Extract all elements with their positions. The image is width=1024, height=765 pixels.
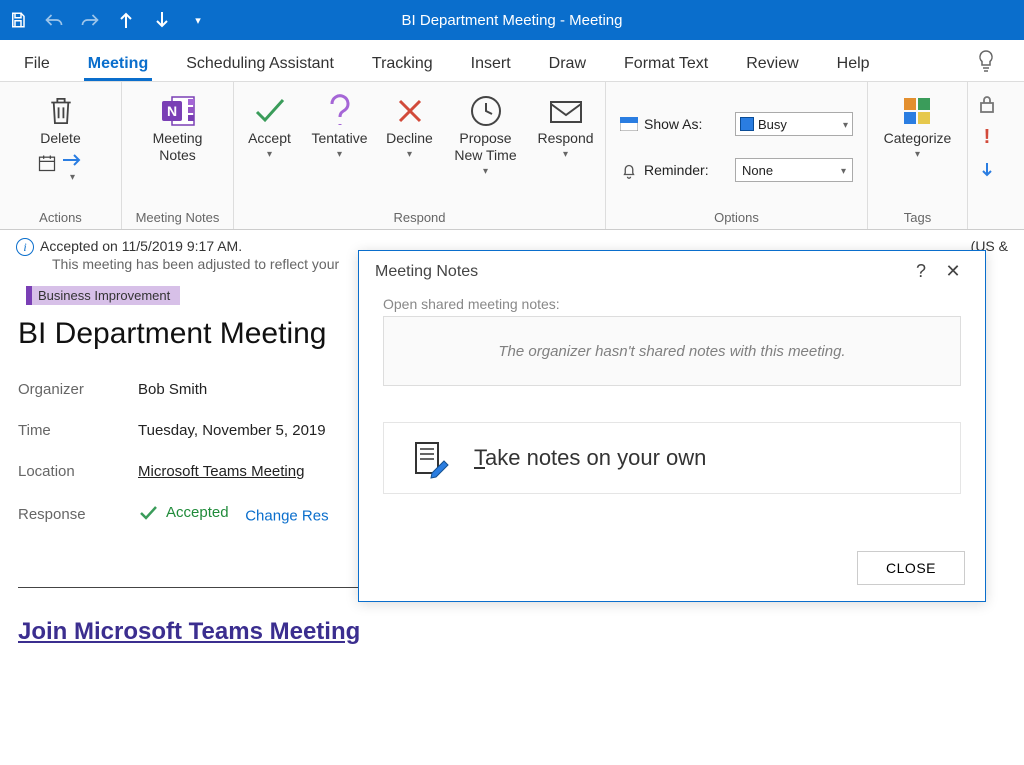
forward-arrow-icon[interactable]: ▾ (61, 153, 85, 184)
save-icon[interactable] (8, 10, 28, 30)
title-bar: ▾ BI Department Meeting - Meeting (0, 0, 1024, 40)
tab-review[interactable]: Review (742, 45, 802, 81)
high-importance-icon[interactable]: ! (984, 126, 991, 149)
dialog-close-icon[interactable]: ✕ (937, 261, 969, 282)
check-icon (138, 505, 158, 521)
decline-button[interactable]: Decline▾ (382, 88, 438, 161)
calendar-icon[interactable] (37, 153, 57, 184)
group-label-meeting-notes: Meeting Notes (136, 206, 220, 227)
x-icon (395, 92, 425, 130)
shared-notes-box: The organizer hasn't shared notes with t… (383, 316, 961, 386)
trash-icon (46, 92, 76, 130)
group-label-options: Options (714, 206, 759, 227)
reminder-label: Reminder: (644, 162, 709, 178)
info-icon: i (16, 238, 34, 256)
tab-file[interactable]: File (20, 45, 54, 81)
group-label-respond: Respond (393, 206, 445, 227)
qat-customize-icon[interactable]: ▾ (188, 10, 208, 30)
take-own-notes-button[interactable]: Take notes on your own (383, 422, 961, 494)
tell-me-icon[interactable] (968, 41, 1004, 81)
tab-format-text[interactable]: Format Text (620, 45, 712, 81)
time-value: Tuesday, November 5, 2019 (138, 422, 326, 439)
redo-icon[interactable] (80, 10, 100, 30)
categorize-icon (900, 92, 934, 130)
group-label-tags: Tags (904, 206, 931, 227)
take-own-notes-label: Take notes on your own (474, 445, 706, 471)
organizer-value: Bob Smith (138, 381, 207, 398)
svg-text:N: N (166, 103, 176, 119)
tab-help[interactable]: Help (833, 45, 874, 81)
categorize-button[interactable]: Categorize▾ (884, 88, 952, 161)
respond-button[interactable]: Respond▾ (534, 88, 598, 161)
notes-icon (408, 437, 450, 479)
response-label: Response (18, 506, 138, 523)
private-lock-icon[interactable] (978, 94, 996, 114)
dialog-help-button[interactable]: ? (905, 261, 937, 282)
info-line1: Accepted on 11/5/2019 9:17 AM. (40, 238, 242, 254)
onenote-icon: N (158, 92, 198, 130)
meeting-notes-button[interactable]: N Meeting Notes (148, 88, 208, 164)
envelope-icon (548, 92, 584, 130)
window-title: BI Department Meeting - Meeting (402, 12, 623, 29)
prev-item-icon[interactable] (116, 10, 136, 30)
accept-button[interactable]: Accept▾ (242, 88, 298, 161)
tab-scheduling[interactable]: Scheduling Assistant (182, 45, 338, 81)
tab-draw[interactable]: Draw (545, 45, 590, 81)
tentative-button[interactable]: Tentative▾ (308, 88, 372, 161)
ribbon-tabs: File Meeting Scheduling Assistant Tracki… (0, 40, 1024, 82)
change-response-link[interactable]: Change Res (245, 508, 328, 525)
shared-notes-label: Open shared meeting notes: (383, 296, 961, 312)
response-value: Accepted (138, 504, 229, 521)
tab-meeting[interactable]: Meeting (84, 45, 152, 81)
show-as-label: Show As: (644, 116, 702, 132)
meeting-notes-label: Meeting Notes (153, 130, 203, 164)
organizer-label: Organizer (18, 381, 138, 398)
show-as-icon (620, 117, 638, 131)
propose-new-time-button[interactable]: Propose New Time▾ (448, 88, 524, 178)
check-icon (253, 92, 287, 130)
location-value[interactable]: Microsoft Teams Meeting (138, 463, 304, 480)
low-importance-icon[interactable] (980, 161, 994, 181)
join-teams-link[interactable]: Join Microsoft Teams Meeting (18, 618, 1006, 646)
tab-insert[interactable]: Insert (467, 45, 515, 81)
tab-tracking[interactable]: Tracking (368, 45, 437, 81)
location-label: Location (18, 463, 138, 480)
time-label: Time (18, 422, 138, 439)
reminder-select[interactable]: None ▾ (735, 158, 853, 182)
busy-swatch-icon (740, 117, 754, 131)
undo-icon[interactable] (44, 10, 64, 30)
dialog-title: Meeting Notes (375, 263, 478, 281)
meeting-notes-dialog: Meeting Notes ? ✕ Open shared meeting no… (358, 250, 986, 602)
clock-icon (469, 92, 503, 130)
delete-label: Delete (40, 130, 80, 147)
category-tag[interactable]: Business Improvement (26, 286, 180, 305)
group-label-actions: Actions (39, 206, 82, 227)
question-icon (327, 92, 353, 130)
bell-icon (620, 161, 638, 179)
dialog-close-button[interactable]: CLOSE (857, 551, 965, 585)
next-item-icon[interactable] (152, 10, 172, 30)
show-as-select[interactable]: Busy ▾ (735, 112, 853, 136)
ribbon: Delete ▾ Actions N Meeting Notes Meeting… (0, 82, 1024, 230)
quick-access-toolbar: ▾ (8, 10, 208, 30)
delete-button[interactable]: Delete ▾ (31, 88, 91, 184)
